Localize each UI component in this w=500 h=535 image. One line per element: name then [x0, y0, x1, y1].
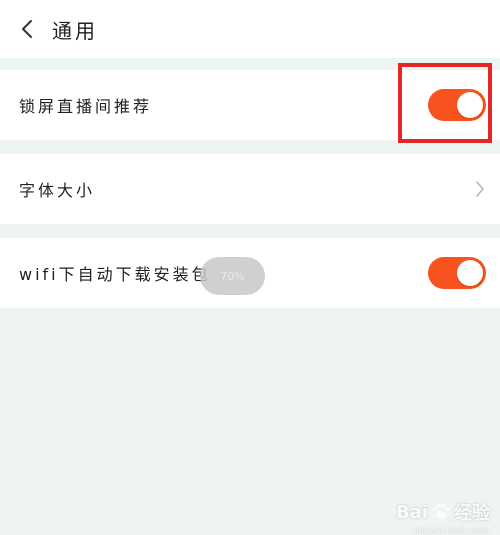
- paw-icon: [432, 503, 450, 520]
- setting-label-font-size: 字体大小: [19, 181, 96, 200]
- setting-row-font-size[interactable]: 字体大小: [0, 154, 500, 224]
- watermark-brand-a: Bai: [395, 501, 428, 523]
- header-bar: 通用: [0, 0, 500, 58]
- watermark-brand-b: 经验: [454, 503, 490, 524]
- toggle-knob: [457, 92, 483, 118]
- chevron-left-icon: [22, 20, 32, 38]
- back-button[interactable]: [14, 14, 40, 44]
- wifi-download-toggle[interactable]: [428, 257, 486, 289]
- lockscreen-live-toggle[interactable]: [428, 89, 486, 121]
- setting-row-lockscreen-live: 锁屏直播间推荐: [0, 70, 500, 140]
- toggle-knob: [457, 260, 483, 286]
- progress-toast: 70%: [200, 257, 265, 295]
- baidu-watermark: Bai 经验 jingyan.baidu.com: [395, 499, 490, 535]
- chevron-right-icon: [476, 181, 484, 197]
- page-title: 通用: [52, 19, 98, 43]
- setting-label-lockscreen-live: 锁屏直播间推荐: [19, 97, 153, 116]
- setting-label-wifi-download: wifi下自动下载安装包: [19, 265, 211, 284]
